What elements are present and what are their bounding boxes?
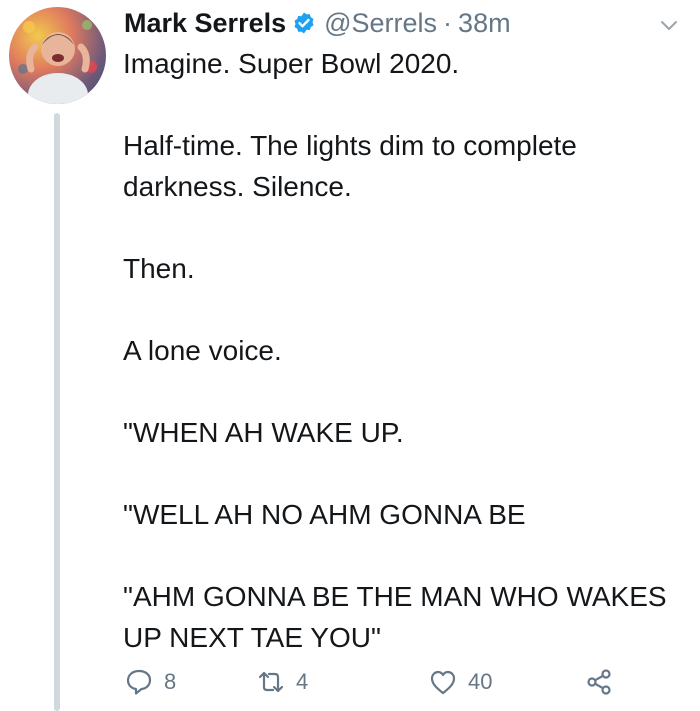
tweet-header: Mark Serrels @Serrels · 38m — [124, 3, 511, 43]
timestamp[interactable]: 38m — [458, 8, 511, 39]
share-button[interactable] — [584, 662, 624, 702]
tweet-line: "AHM GONNA BE THE MAN WHO WAKES UP NEXT … — [123, 581, 675, 653]
heart-icon — [430, 670, 456, 695]
tweet-line: A lone voice. — [123, 335, 282, 366]
reply-count: 8 — [164, 669, 177, 694]
tweet-line: ​ — [123, 535, 695, 576]
tweet-line: ​ — [123, 371, 695, 412]
tweet-line: Then. — [123, 253, 195, 284]
retweet-button[interactable]: 4 — [256, 662, 308, 702]
avatar[interactable] — [9, 7, 106, 104]
separator-dot: · — [443, 7, 453, 38]
chevron-down-icon[interactable] — [658, 14, 680, 36]
share-icon — [587, 669, 611, 695]
like-count: 40 — [468, 669, 493, 694]
reply-icon — [126, 669, 152, 695]
tweet-text: Imagine. Super Bowl 2020. ​ Half-time. T… — [123, 43, 695, 658]
tweet-line: ​ — [123, 453, 695, 494]
tweet-line: Half-time. The lights dim to complete da… — [123, 130, 585, 202]
retweet-icon — [258, 671, 284, 693]
verified-badge-icon — [292, 11, 316, 35]
tweet-line: "WHEN AH WAKE UP. — [123, 417, 404, 448]
author-name[interactable]: Mark Serrels — [124, 8, 286, 39]
author-handle[interactable]: @Serrels — [324, 8, 437, 39]
tweet-line: ​ — [123, 84, 695, 125]
tweet-actions: 8 4 40 — [124, 662, 664, 702]
tweet-line: Imagine. Super Bowl 2020. — [123, 48, 460, 79]
tweet-line: "WELL AH NO AHM GONNA BE — [123, 499, 526, 530]
retweet-count: 4 — [296, 669, 309, 694]
thread-line — [54, 113, 60, 711]
tweet-line: ​ — [123, 207, 695, 248]
like-button[interactable]: 40 — [428, 662, 492, 702]
tweet-line: ​ — [123, 289, 695, 330]
reply-button[interactable]: 8 — [124, 662, 176, 702]
